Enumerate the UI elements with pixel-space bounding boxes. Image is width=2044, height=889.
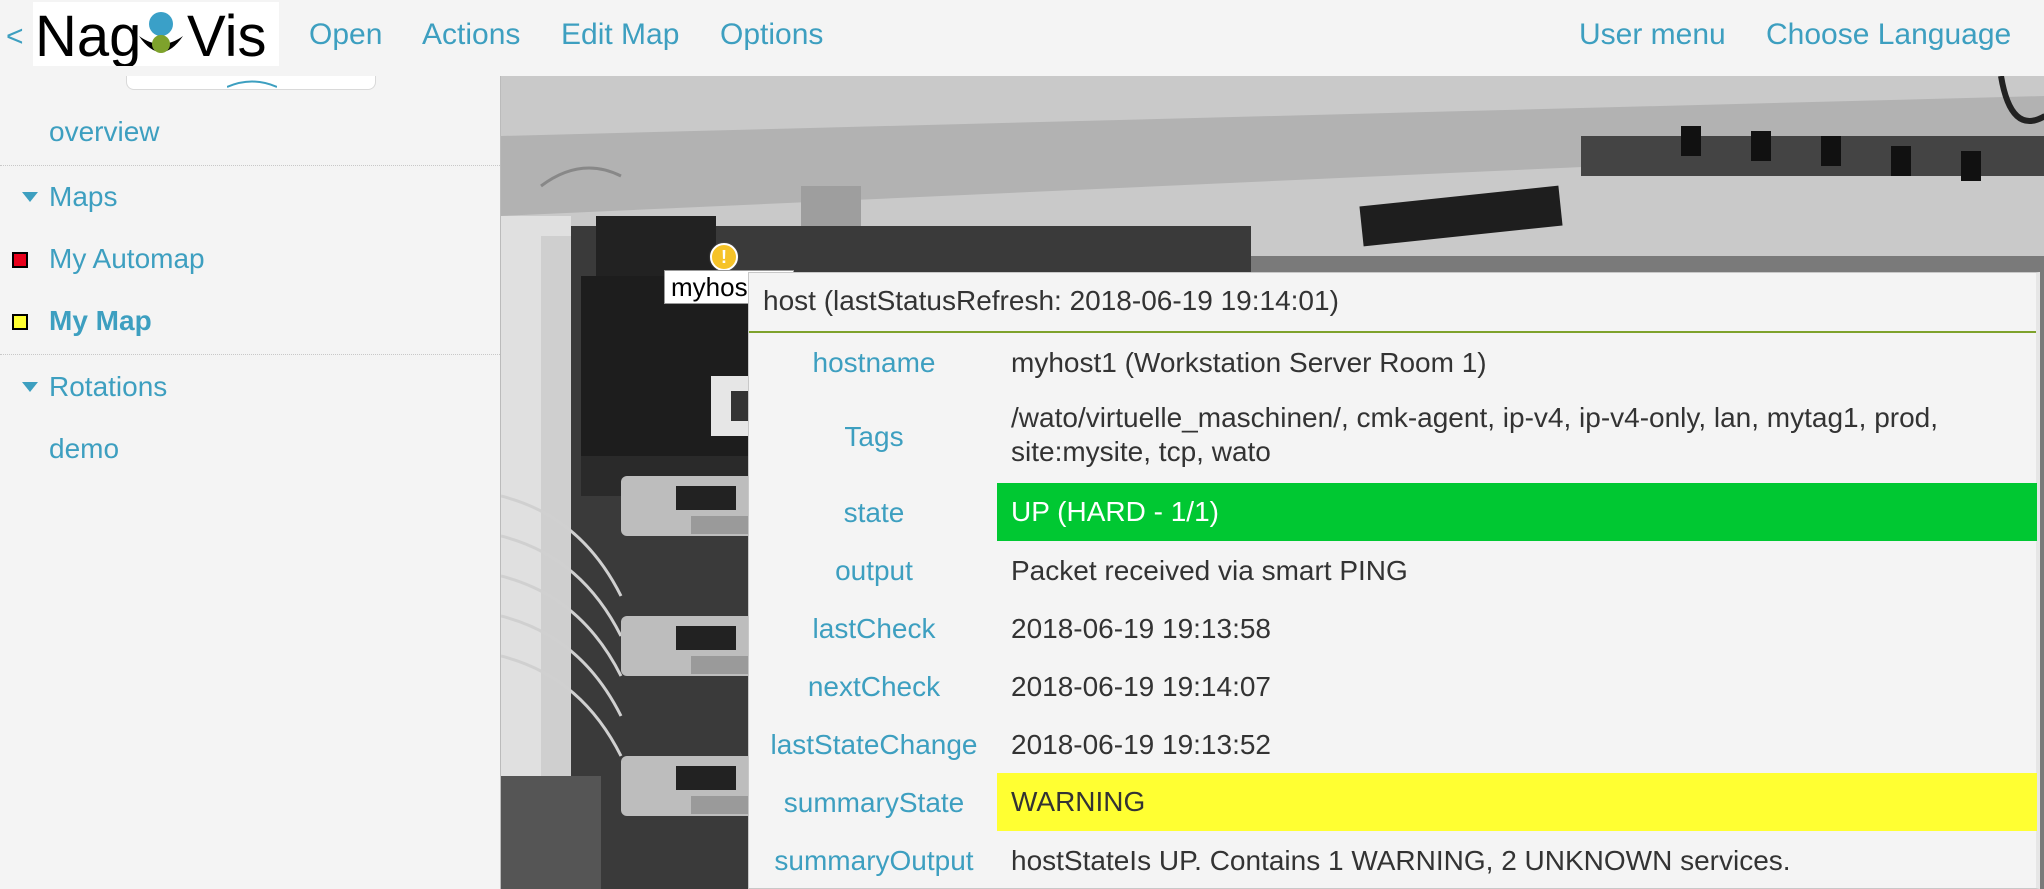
sidebar-heading-maps[interactable]: Maps [49, 181, 117, 213]
popup-label: Tags [844, 421, 904, 452]
popup-label: summaryOutput [774, 845, 974, 876]
menu-open[interactable]: Open [309, 18, 382, 52]
popup-row-hostname: hostname myhost1 (Workstation Server Roo… [749, 333, 2037, 391]
sidebar-item-my-automap[interactable]: My Automap [49, 243, 205, 275]
popup-row-last-check: lastCheck 2018-06-19 19:13:58 [749, 599, 2037, 657]
expand-triangle-icon[interactable] [22, 382, 38, 392]
popup-label: lastStateChange [770, 729, 978, 760]
nagvis-logo[interactable]: Nag Vis [33, 2, 279, 66]
map-status-warning-icon [12, 314, 28, 330]
menu-options[interactable]: Options [720, 18, 823, 52]
popup-row-summary-output: summaryOutput hostStateIs UP. Contains 1… [749, 831, 2037, 889]
svg-text:Vis: Vis [187, 4, 267, 66]
map-status-critical-icon [12, 252, 28, 268]
popup-value-state: UP (HARD - 1/1) [997, 483, 2037, 541]
menu-choose-language[interactable]: Choose Language [1766, 18, 2011, 52]
popup-value: 2018-06-19 19:13:52 [1011, 729, 1271, 760]
menu-user[interactable]: User menu [1579, 18, 1726, 52]
header-collapse-handle[interactable] [126, 76, 376, 90]
host-warning-icon[interactable]: ! [710, 243, 738, 271]
menu-edit-map[interactable]: Edit Map [561, 18, 679, 52]
sidebar-toggle-button[interactable]: < [6, 20, 24, 54]
popup-row-state: state UP (HARD - 1/1) [749, 483, 2037, 541]
popup-label: nextCheck [807, 671, 941, 702]
popup-value: Packet received via smart PING [1011, 555, 1408, 586]
popup-value: /wato/virtuelle_maschinen/, cmk-agent, i… [1011, 402, 1939, 467]
expand-triangle-icon[interactable] [22, 192, 38, 202]
popup-row-summary-state: summaryState WARNING [749, 773, 2037, 831]
popup-row-next-check: nextCheck 2018-06-19 19:14:07 [749, 657, 2037, 715]
sidebar-divider [0, 165, 500, 166]
sidebar-divider [0, 354, 500, 355]
top-navbar: < Nag Vis Open Actions Edit Map Options … [0, 0, 2044, 76]
popup-label: hostname [812, 347, 936, 378]
popup-value: 2018-06-19 19:13:58 [1011, 613, 1271, 644]
popup-value: myhost1 (Workstation Server Room 1) [1011, 347, 1487, 378]
popup-label: lastCheck [812, 613, 936, 644]
sidebar-item-demo[interactable]: demo [49, 433, 119, 465]
menu-actions[interactable]: Actions [422, 18, 520, 52]
sidebar-item-overview[interactable]: overview [49, 116, 159, 148]
sidebar-heading-rotations[interactable]: Rotations [49, 371, 167, 403]
popup-value: 2018-06-19 19:14:07 [1011, 671, 1271, 702]
svg-text:Nag: Nag [35, 4, 141, 66]
popup-label: summaryState [783, 787, 965, 818]
popup-value-summary-state: WARNING [997, 773, 2037, 831]
popup-row-tags: Tags /wato/virtuelle_maschinen/, cmk-age… [749, 391, 2037, 483]
popup-label: output [835, 555, 913, 586]
popup-title: host (lastStatusRefresh: 2018-06-19 19:1… [749, 273, 2036, 333]
popup-row-last-state-change: lastStateChange 2018-06-19 19:13:52 [749, 715, 2037, 773]
popup-label: state [843, 497, 905, 528]
popup-row-output: output Packet received via smart PING [749, 541, 2037, 599]
host-hover-popup: host (lastStatusRefresh: 2018-06-19 19:1… [748, 272, 2040, 889]
sidebar-item-my-map[interactable]: My Map [49, 305, 152, 337]
popup-value: hostStateIs UP. Contains 1 WARNING, 2 UN… [1011, 845, 1791, 876]
chevron-up-icon [227, 80, 277, 88]
